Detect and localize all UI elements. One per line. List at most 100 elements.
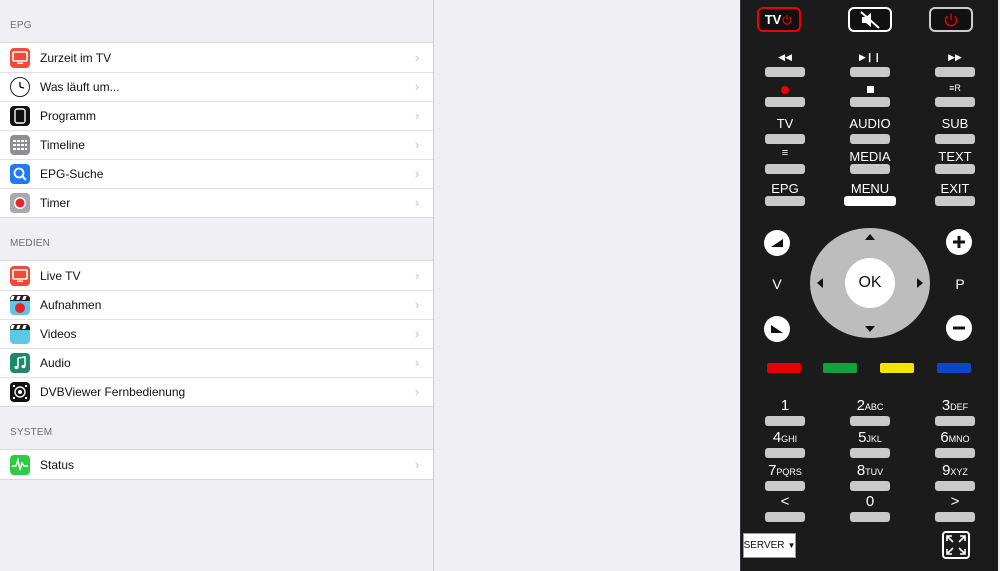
mute-button[interactable] — [848, 7, 892, 32]
fullscreen-button[interactable] — [942, 531, 970, 559]
remote-control: TV ◀◀ ▶❙❙ ▶▶ ≡R TV AUDIO SUB ≡ MEDIA TEX… — [740, 0, 999, 571]
tv-icon — [10, 47, 30, 68]
numpad-key-button[interactable] — [935, 448, 975, 458]
power-button[interactable] — [929, 7, 973, 32]
numpad-key-label: 4GHI — [760, 429, 810, 446]
menu-panel: EPG Zurzeit im TV › Was läuft um... › Pr… — [0, 0, 434, 571]
chevron-down-icon: ▼ — [787, 541, 796, 550]
numpad-key-button[interactable] — [850, 448, 890, 458]
list-button[interactable] — [765, 164, 805, 174]
menu-item-live-tv[interactable]: Live TV › — [0, 261, 433, 290]
recordings-list-button[interactable] — [935, 97, 975, 107]
menu-item-label: Audio — [40, 355, 71, 370]
tv-button[interactable] — [765, 134, 805, 144]
green-button[interactable] — [823, 363, 857, 373]
server-select[interactable]: SERVER ▼ — [743, 533, 796, 558]
menu-item-was-laeuft-um[interactable]: Was läuft um... › — [0, 72, 433, 101]
numpad-key-label: 0 — [845, 493, 895, 510]
numpad-letters: DEF — [950, 402, 969, 412]
menu-item-status[interactable]: Status › — [0, 450, 433, 479]
numpad-key-label: 5JKL — [845, 429, 895, 446]
numpad-key-button[interactable] — [765, 416, 805, 426]
arrow-left-icon[interactable] — [817, 278, 823, 288]
timeline-icon — [10, 134, 30, 155]
epg-button[interactable] — [765, 196, 805, 206]
fullscreen-icon — [946, 535, 966, 555]
numpad-key-label: 8TUV — [845, 462, 895, 479]
yellow-button[interactable] — [880, 363, 914, 373]
exit-button[interactable] — [935, 196, 975, 206]
menu-item-programm[interactable]: Programm › — [0, 101, 433, 130]
menu-item-zurzeit-im-tv[interactable]: Zurzeit im TV › — [0, 43, 433, 72]
arrow-right-icon[interactable] — [917, 278, 923, 288]
numpad-key-label: 7PQRS — [760, 462, 810, 479]
numpad-key-button[interactable] — [765, 512, 805, 522]
menu-item-timeline[interactable]: Timeline › — [0, 130, 433, 159]
blue-button[interactable] — [937, 363, 971, 373]
red-button[interactable] — [767, 363, 801, 373]
clock-icon — [10, 76, 30, 97]
dpad[interactable]: OK — [810, 228, 930, 338]
volume-up-icon — [771, 239, 783, 247]
fast-forward-button[interactable] — [935, 67, 975, 77]
menu-item-dvbviewer-fernbedienung[interactable]: DVBViewer Fernbedienung › — [0, 377, 433, 406]
epg-group: Zurzeit im TV › Was läuft um... › Progra… — [0, 42, 433, 218]
clapper-icon — [10, 323, 30, 344]
volume-label: V — [772, 276, 782, 292]
numpad-key-button[interactable] — [765, 481, 805, 491]
menu-item-videos[interactable]: Videos › — [0, 319, 433, 348]
menu-item-label: Videos — [40, 326, 77, 341]
volume-up-button[interactable] — [764, 230, 790, 256]
record-button[interactable] — [765, 97, 805, 107]
media-label: MEDIA — [849, 149, 891, 164]
numpad-key-label: 3DEF — [930, 397, 980, 414]
menu-item-timer[interactable]: Timer › — [0, 188, 433, 217]
volume-down-button[interactable] — [764, 316, 790, 342]
numpad-key-button[interactable] — [850, 481, 890, 491]
numpad-key-button[interactable] — [850, 416, 890, 426]
menu-item-aufnahmen[interactable]: Aufnahmen › — [0, 290, 433, 319]
numpad-key-button[interactable] — [935, 416, 975, 426]
text-button[interactable] — [935, 164, 975, 174]
tv-label: TV — [776, 116, 794, 131]
chevron-right-icon: › — [414, 355, 420, 370]
power-icon — [782, 14, 792, 25]
arrow-down-icon[interactable] — [865, 326, 875, 332]
rewind-button[interactable] — [765, 67, 805, 77]
numpad-digit: 1 — [780, 397, 790, 414]
numpad-key-label: 9XYZ — [930, 462, 980, 479]
audio-button[interactable] — [850, 134, 890, 144]
section-header-epg: EPG — [10, 20, 32, 31]
numpad-key-button[interactable] — [935, 481, 975, 491]
numpad-key-button[interactable] — [765, 448, 805, 458]
rewind-icon: ◀◀ — [778, 52, 792, 62]
menu-item-audio[interactable]: Audio › — [0, 348, 433, 377]
tv-power-label: TV — [764, 12, 782, 27]
play-pause-button[interactable] — [850, 67, 890, 77]
stop-icon — [867, 86, 874, 93]
power-icon — [944, 13, 958, 26]
numpad-digit: 3 — [941, 397, 951, 414]
numpad-digit: 6 — [940, 429, 949, 446]
stop-button[interactable] — [850, 97, 890, 107]
numpad-key-button[interactable] — [935, 512, 975, 522]
menu-item-label: Timeline — [40, 137, 85, 152]
numpad-letters: ABC — [864, 402, 884, 412]
ok-button[interactable]: OK — [845, 258, 895, 308]
program-up-button[interactable] — [946, 229, 972, 255]
program-icon — [10, 105, 30, 126]
numpad-letters: XYZ — [950, 467, 968, 477]
status-icon — [10, 454, 30, 475]
sub-button[interactable] — [935, 134, 975, 144]
menu-button[interactable] — [844, 196, 896, 206]
media-button[interactable] — [850, 164, 890, 174]
fast-forward-icon: ▶▶ — [948, 52, 962, 62]
menu-item-label: Programm — [40, 108, 97, 123]
menu-item-epg-suche[interactable]: EPG-Suche › — [0, 159, 433, 188]
volume-down-icon — [771, 325, 783, 333]
arrow-up-icon[interactable] — [865, 234, 875, 240]
menu-item-label: Live TV — [40, 268, 81, 283]
tv-power-button[interactable]: TV — [757, 7, 801, 32]
program-down-button[interactable] — [946, 315, 972, 341]
numpad-key-button[interactable] — [850, 512, 890, 522]
